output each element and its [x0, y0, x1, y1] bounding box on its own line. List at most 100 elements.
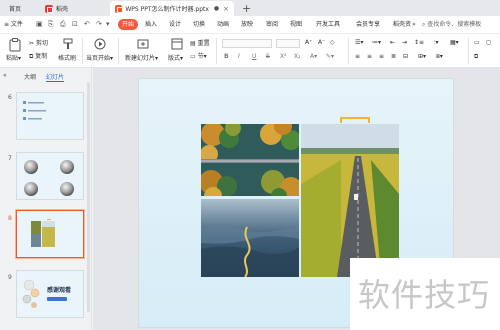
format-painter-icon: [63, 38, 73, 49]
docer-logo-icon: [45, 4, 53, 13]
smartart-icon[interactable]: ⧈▾: [436, 53, 443, 61]
play-from-current-button[interactable]: 当页开始▾: [86, 55, 113, 63]
preview-icon[interactable]: ⊡: [72, 19, 78, 30]
font-shrink-icon[interactable]: A⁻: [318, 39, 325, 47]
redo-icon[interactable]: ↷: [96, 19, 102, 30]
tab-bar: 首页 稻壳 WPS PPT怎么制作计时器.pptx ● × +: [0, 0, 500, 16]
reset-icon: ▤: [190, 40, 196, 47]
line-spacing-icon[interactable]: ↕≡: [414, 39, 424, 47]
thanks-text: 感谢观看: [47, 287, 72, 294]
menu-view[interactable]: 视图: [290, 19, 302, 30]
print-icon[interactable]: ⎙: [60, 19, 66, 30]
file-menu[interactable]: ≡ 文件: [4, 19, 23, 30]
scissors-icon: ✂: [29, 40, 35, 47]
slide-number: 6: [8, 94, 12, 101]
strikethrough-button[interactable]: S: [266, 53, 270, 61]
command-search[interactable]: ⌕ 查找命令、搜索模板: [422, 19, 481, 30]
slide-number: 9: [8, 274, 12, 281]
menu-docer[interactable]: 稻壳资: [393, 19, 411, 30]
format-painter-button[interactable]: 格式刷: [58, 55, 76, 63]
paste-icon: [9, 38, 21, 52]
arrange-icon[interactable]: ⧉: [474, 53, 478, 61]
menu-animation[interactable]: 动画: [217, 19, 229, 30]
font-family-dropdown[interactable]: [222, 39, 272, 48]
undo-icon[interactable]: ↶: [84, 19, 90, 30]
more-icon[interactable]: ▾: [106, 19, 110, 30]
section-icon: ▭: [190, 53, 196, 60]
reset-button[interactable]: ▤ 重置: [190, 40, 210, 48]
subscript-icon[interactable]: X₂: [294, 53, 301, 61]
menu-transition[interactable]: 切换: [193, 19, 205, 30]
menu-developer[interactable]: 开发工具: [316, 19, 340, 30]
align-center-icon[interactable]: ≡: [367, 53, 372, 61]
menu-more[interactable]: »: [412, 19, 416, 30]
menu-design[interactable]: 设计: [169, 19, 181, 30]
shape-icon[interactable]: ◻: [486, 39, 491, 47]
italic-button[interactable]: I: [238, 53, 240, 61]
aerial-forest-road-photo[interactable]: [201, 124, 299, 196]
slide-panel-scrollbar[interactable]: [87, 82, 90, 312]
superscript-icon[interactable]: X²: [280, 53, 287, 61]
tab-outline[interactable]: 大纲: [24, 72, 36, 81]
menu-slideshow[interactable]: 放映: [241, 19, 253, 30]
tab-document[interactable]: WPS PPT怎么制作计时器.pptx ● ×: [110, 1, 234, 16]
menu-insert[interactable]: 插入: [145, 19, 157, 30]
justify-icon[interactable]: ≣: [391, 53, 396, 61]
font-color-icon[interactable]: A▾: [310, 53, 317, 61]
layout-button[interactable]: 版式▾: [168, 55, 183, 63]
section-button[interactable]: ▭ 节▾: [190, 53, 207, 61]
new-slide-icon: [137, 39, 149, 49]
export-icon[interactable]: ⎘: [48, 19, 54, 30]
textbox-icon[interactable]: ▭: [474, 39, 480, 47]
decorative-bracket: [340, 117, 370, 123]
columns-icon[interactable]: ▦▾: [450, 39, 459, 47]
copy-button[interactable]: ⧉ 复制: [29, 53, 47, 61]
numbering-icon[interactable]: ≔▾: [372, 39, 381, 47]
slide-7-preview: [24, 160, 74, 196]
distribute-icon[interactable]: ⊟: [403, 53, 408, 61]
ribbon-separator: [468, 38, 469, 64]
new-slide-button[interactable]: 新建幻灯片▾: [125, 55, 158, 63]
slide-thumbnail-8[interactable]: [16, 210, 84, 258]
paste-button[interactable]: 粘贴▾: [6, 55, 21, 63]
river-landscape-photo[interactable]: [201, 199, 299, 277]
slide-thumbnail-6[interactable]: [16, 92, 84, 140]
ribbon-separator: [348, 38, 349, 64]
road-fields-photo[interactable]: [301, 124, 399, 277]
tab-docer[interactable]: 稻壳: [40, 1, 106, 16]
menu-home[interactable]: 开始: [118, 19, 139, 30]
watermark-box: 软件技巧: [350, 258, 500, 330]
tab-docer-label: 稻壳: [56, 6, 69, 13]
font-size-dropdown[interactable]: [276, 39, 300, 48]
underline-button[interactable]: U: [252, 53, 256, 61]
tab-home[interactable]: 首页: [4, 1, 32, 16]
bullets-icon[interactable]: ☰▾: [355, 39, 363, 47]
align-left-icon[interactable]: ≡: [355, 53, 360, 61]
highlight-icon[interactable]: ✎▾: [326, 53, 334, 61]
menu-member[interactable]: 会员专享: [356, 19, 380, 30]
align-text-icon[interactable]: ⊞▾: [418, 53, 426, 61]
new-tab-icon[interactable]: +: [242, 2, 251, 15]
play-icon: [94, 38, 106, 50]
tab-slides[interactable]: 幻灯片: [46, 72, 65, 82]
close-tab-icon[interactable]: ×: [223, 5, 229, 13]
font-grow-icon[interactable]: A⁺: [305, 39, 312, 47]
slide-thumbnail-7[interactable]: [16, 152, 84, 200]
tab-home-label: 首页: [9, 6, 22, 13]
watermark-text: 软件技巧: [358, 276, 491, 314]
ribbon-separator: [82, 38, 83, 64]
copy-icon: ⧉: [29, 53, 34, 60]
bold-button[interactable]: B: [224, 53, 229, 61]
save-icon[interactable]: ▣: [36, 19, 43, 30]
outdent-icon[interactable]: ⇤: [390, 39, 395, 47]
collapse-panel-icon[interactable]: «: [3, 72, 7, 79]
cut-button[interactable]: ✂ 剪切: [29, 40, 48, 48]
align-right-icon[interactable]: ≡: [379, 53, 384, 61]
slide-6-preview: [23, 101, 46, 120]
indent-icon[interactable]: ⇥: [402, 39, 407, 47]
clear-format-icon[interactable]: ◇: [330, 39, 335, 47]
menu-review[interactable]: 审阅: [266, 19, 278, 30]
text-direction-icon[interactable]: ⫶▾: [434, 39, 439, 47]
slide-thumbnail-9[interactable]: 感谢观看: [16, 270, 84, 318]
search-icon: ⌕: [422, 21, 426, 28]
